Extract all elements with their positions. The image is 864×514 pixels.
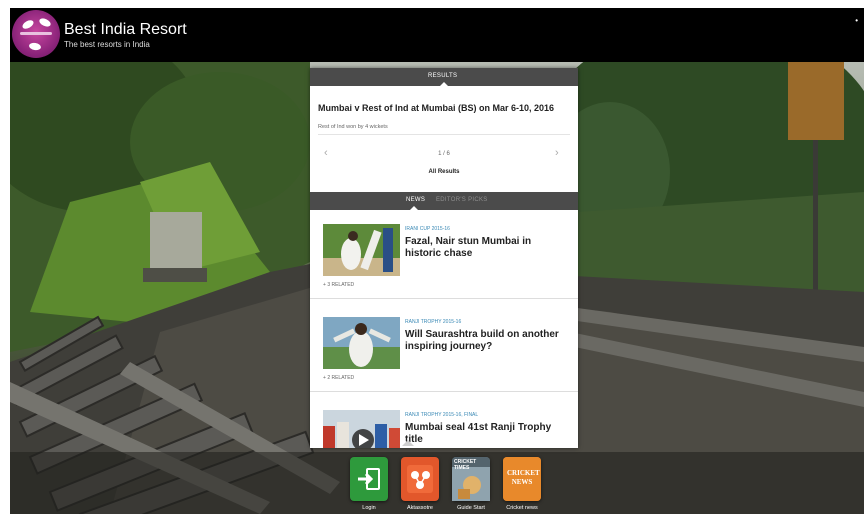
aktassotre-app-label[interactable]: Aktassotre [394,505,446,511]
result-pager: 1 / 6 [438,151,450,157]
login-app-label[interactable]: Login [343,505,395,511]
tab-results[interactable]: RESULTS [428,73,457,79]
cricket-news-app-button[interactable]: CRICKET NEWS [503,457,541,501]
news-story[interactable]: RANJI TROPHY 2015-16, FINAL Mumbai seal … [310,396,578,448]
cricket-news-app-label[interactable]: Cricket news [496,505,548,511]
story-thumbnail[interactable] [323,224,400,276]
guide-start-app-button[interactable]: CRICKET TIMES [452,457,490,501]
tab-indicator [440,82,448,86]
story-category[interactable]: RANJI TROPHY 2015-16, FINAL [405,412,478,418]
site-title[interactable]: Best India Resort [64,21,187,39]
related-link[interactable]: + 2 RELATED [323,375,354,381]
login-icon [358,468,380,490]
screen: Best India Resort The best resorts in In… [10,8,864,514]
logo-petal [38,16,52,29]
site-logo[interactable] [12,10,60,58]
results-tabbar: RESULTS [310,68,578,86]
news-tabbar: NEWS EDITOR'S PICKS [310,192,578,210]
menu-dot-icon[interactable]: • [855,16,858,25]
story-category[interactable]: IRANI CUP 2015-16 [405,226,450,232]
logo-petal [21,18,35,31]
aktassotre-app-button[interactable] [401,457,439,501]
news-story[interactable]: IRANI CUP 2015-16 Fazal, Nair stun Mumba… [310,210,578,299]
match-result: Rest of Ind won by 4 wickets [318,124,388,130]
story-headline[interactable]: Will Saurashtra build on another inspiri… [405,329,570,353]
logo-band [20,32,52,35]
cricket-news-text: CRICKET NEWS [507,469,540,486]
all-results-link[interactable]: All Results [310,169,578,175]
news-story[interactable]: RANJI TROPHY 2015-16 Will Saurashtra bui… [310,303,578,392]
story-thumbnail[interactable] [323,317,400,369]
news-panel: RESULTS Mumbai v Rest of Ind at Mumbai (… [310,68,578,448]
story-thumbnail[interactable] [323,410,400,448]
logo-petal [28,42,42,51]
cricket-times-text: CRICKET TIMES [454,459,477,471]
tab-editors-picks[interactable]: EDITOR'S PICKS [436,197,488,203]
related-label: 3 RELATED [327,282,355,288]
related-link[interactable]: + 3 RELATED [323,282,354,288]
dock-toggle-chevron-up-icon[interactable] [402,440,414,446]
signal-board [788,62,844,140]
people-share-icon [407,465,433,493]
story-headline[interactable]: Fazal, Nair stun Mumbai in historic chas… [405,236,570,260]
site-header: Best India Resort The best resorts in In… [10,8,864,62]
tab-news[interactable]: NEWS [406,197,425,203]
divider [318,134,570,135]
utility-box [150,212,202,270]
story-category[interactable]: RANJI TROPHY 2015-16 [405,319,461,325]
login-app-button[interactable] [350,457,388,501]
guide-start-app-label[interactable]: Guide Start [445,505,497,511]
related-label: 2 RELATED [327,375,355,381]
site-tagline: The best resorts in India [64,40,150,49]
story-headline[interactable]: Mumbai seal 41st Ranji Trophy title [405,422,570,446]
next-result-button[interactable]: › [555,147,559,159]
match-title[interactable]: Mumbai v Rest of Ind at Mumbai (BS) on M… [318,103,554,113]
